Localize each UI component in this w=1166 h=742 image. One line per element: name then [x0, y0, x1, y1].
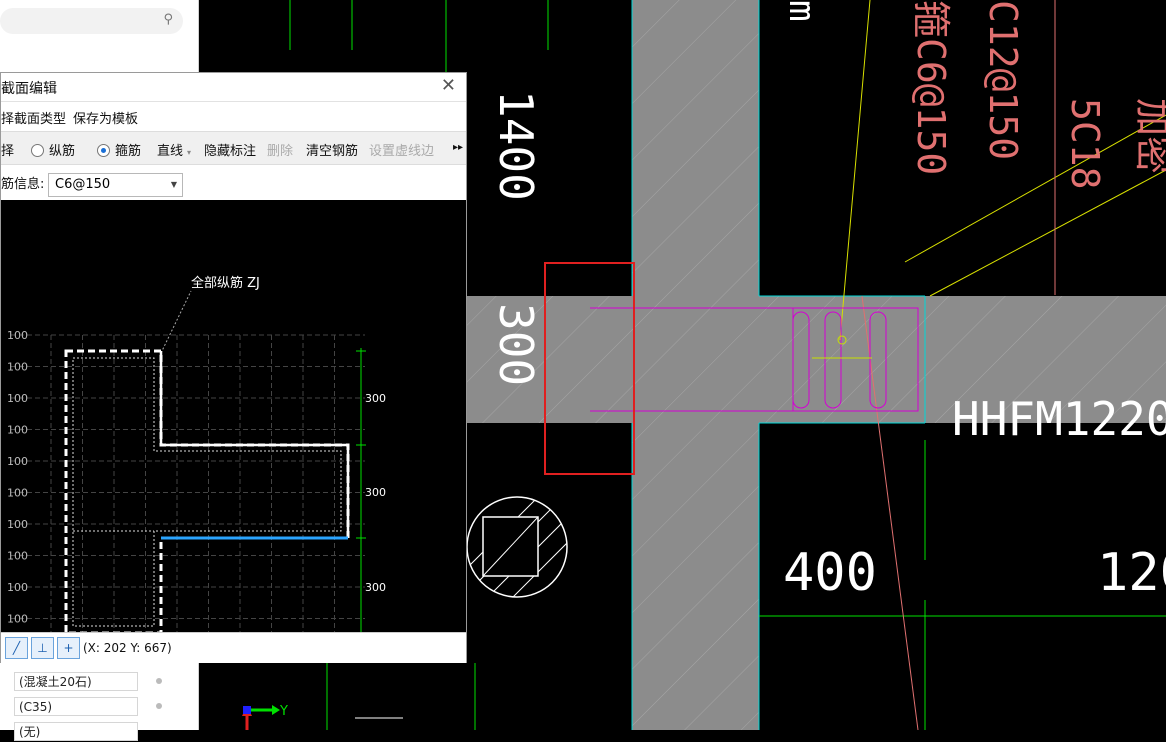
more-icon[interactable]: ▸▸: [453, 142, 463, 153]
dialog-titlebar[interactable]: 截面编辑 ✕: [1, 73, 466, 102]
tool-delete[interactable]: 删除: [267, 140, 293, 159]
cursor-coordinates: (X: 202 Y: 667): [83, 641, 172, 655]
dialog-statusbar: ╱ ⊥ + (X: 202 Y: 667): [1, 632, 466, 663]
dialog-menu: 择截面类型 保存为模板: [1, 102, 466, 128]
property-value[interactable]: (混凝土20石): [14, 672, 138, 691]
grid-tick-label: 100: [7, 361, 28, 374]
tool-hide-annotation[interactable]: 隐藏标注: [204, 140, 256, 159]
tool-line-dropdown[interactable]: 直线 ▾: [157, 140, 191, 159]
radio-icon[interactable]: [31, 144, 44, 157]
section-editor-dialog: 截面编辑 ✕ 择截面类型 保存为模板 择 纵筋 箍筋 直线 ▾ 隐藏标注 删除 清…: [0, 72, 467, 683]
grid-tick-label: 100: [7, 487, 28, 500]
radio-stirrup-label: 箍筋: [115, 144, 142, 159]
tool-set-dashed-edge[interactable]: 设置虚线边: [369, 140, 434, 159]
tool-line-label: 直线: [157, 144, 184, 159]
menu-save-template[interactable]: 保存为模板: [73, 108, 138, 127]
dialog-title: 截面编辑: [1, 81, 57, 97]
dimension-300: 300: [489, 303, 543, 386]
property-value[interactable]: (C35): [14, 697, 138, 716]
property-status-dot: [156, 703, 162, 709]
callout-label: 全部纵筋 ZJ: [191, 275, 260, 291]
rebar-annotation: 加密: [1131, 98, 1166, 174]
grid-tick-label: 100: [7, 329, 28, 342]
grid-tick-label: 100: [7, 581, 28, 594]
grid-tick-label: 100: [7, 518, 28, 531]
section-canvas[interactable]: 1001001001001001001001001001001001001001…: [1, 200, 466, 683]
dim-right-2: 300: [365, 486, 386, 499]
rebar-info-value: C6@150: [55, 177, 111, 192]
ucs-y-label: Y: [279, 704, 288, 719]
section-outline-dashed[interactable]: [64, 349, 350, 635]
grid-tick-label: 100: [7, 613, 28, 626]
radio-stirrup[interactable]: 箍筋: [97, 140, 141, 159]
rebar-annotation: C12@150: [981, 0, 1025, 160]
search-input[interactable]: ⚲: [0, 8, 183, 34]
chevron-down-icon[interactable]: ▾: [187, 148, 191, 157]
property-value[interactable]: (无): [14, 722, 138, 741]
grid-tick-label: 100: [7, 424, 28, 437]
dimension-120: 120: [1097, 543, 1166, 603]
tool-select[interactable]: 择: [1, 140, 14, 159]
menu-select-section-type[interactable]: 择截面类型: [1, 108, 66, 127]
rebar-info-label: 筋信息:: [1, 177, 45, 192]
close-icon[interactable]: ✕: [441, 75, 456, 96]
grid-tick-label: 100: [7, 455, 28, 468]
rebar-info-select[interactable]: C6@150 ▼: [48, 173, 183, 197]
radio-selected-icon[interactable]: [97, 144, 110, 157]
dimension-1400: 1400: [489, 90, 543, 201]
section-drawing[interactable]: 1001001001001001001001001001001001001001…: [1, 200, 466, 683]
dim-right-3: 300: [365, 581, 386, 594]
draw-line-icon[interactable]: ╱: [5, 637, 28, 659]
chevron-down-icon[interactable]: ▼: [171, 174, 177, 196]
section-outline[interactable]: [159, 351, 350, 538]
grid-tick-label: 100: [7, 392, 28, 405]
radio-longitudinal[interactable]: 纵筋: [31, 140, 75, 159]
dimension-400: 400: [783, 543, 877, 603]
property-status-dot: [156, 678, 162, 684]
text-label: m: [781, 0, 822, 22]
dim-right-1: 300: [365, 392, 386, 405]
perpendicular-icon[interactable]: ⊥: [31, 637, 54, 659]
add-point-icon[interactable]: +: [57, 637, 80, 659]
rebar-annotation: 5C18: [1063, 98, 1107, 190]
door-label: HHFM1220(6: [952, 392, 1166, 446]
search-icon[interactable]: ⚲: [163, 12, 173, 27]
dialog-toolbar: 择 纵筋 箍筋 直线 ▾ 隐藏标注 删除 清空钢筋 设置虚线边 ▸▸: [1, 131, 466, 165]
radio-longitudinal-label: 纵筋: [49, 144, 76, 159]
tool-clear-rebar[interactable]: 清空钢筋: [306, 140, 358, 159]
rebar-annotation: 箍C6@150: [909, 0, 953, 175]
grid-tick-label: 100: [7, 550, 28, 563]
